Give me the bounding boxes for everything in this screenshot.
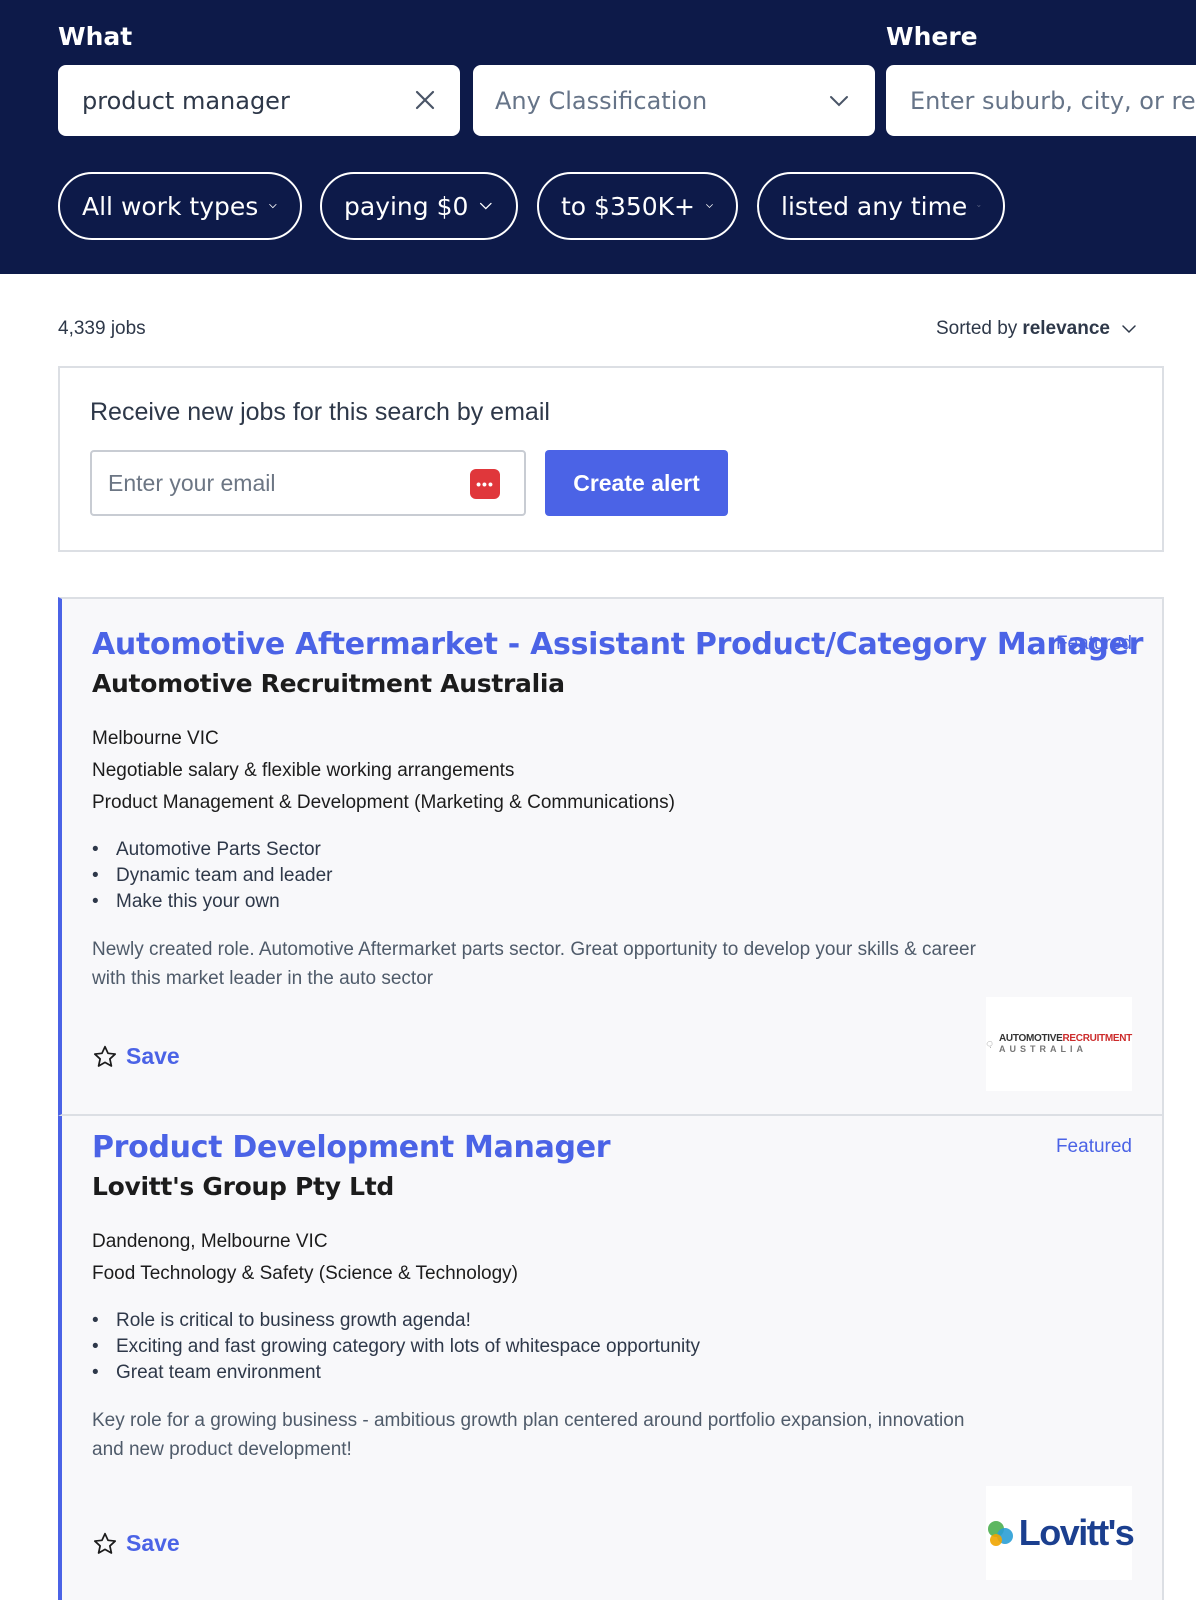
password-manager-icon[interactable]: ••• <box>470 469 500 499</box>
alert-title: Receive new jobs for this search by emai… <box>90 398 550 426</box>
sort-dropdown[interactable]: Sorted by relevance <box>936 318 1138 340</box>
save-label: Save <box>126 1530 180 1556</box>
list-item: Dynamic team and leader <box>92 863 333 889</box>
star-icon <box>93 1045 117 1067</box>
list-item: Exciting and fast growing category with … <box>92 1334 700 1360</box>
job-count: 4,339 jobs <box>58 318 146 339</box>
chevron-down-icon <box>1122 325 1136 334</box>
where-input[interactable]: Enter suburb, city, or reg <box>886 65 1196 136</box>
job-location[interactable]: Melbourne VIC <box>92 723 675 755</box>
email-placeholder[interactable]: Enter your email <box>108 470 275 497</box>
salary-max-label: to $350K+ <box>561 191 696 221</box>
create-alert-button[interactable]: Create alert <box>545 450 728 516</box>
chevron-down-icon <box>269 203 277 209</box>
chevron-down-icon <box>830 96 848 107</box>
save-label: Save <box>126 1043 180 1069</box>
australia-map-icon <box>986 1041 993 1048</box>
what-label: What <box>58 22 133 51</box>
star-icon <box>93 1532 117 1554</box>
job-title-link[interactable]: Product Development Manager <box>92 1130 611 1165</box>
job-meta: Dandenong, Melbourne VIC Food Technology… <box>92 1226 518 1290</box>
chevron-down-icon <box>977 205 981 207</box>
classification-select[interactable]: Any Classification <box>473 65 875 136</box>
email-alert-panel: Receive new jobs for this search by emai… <box>58 366 1164 552</box>
logo-text: Lovitt's <box>1018 1512 1135 1553</box>
selling-points: Role is critical to business growth agen… <box>92 1308 700 1386</box>
job-description: Newly created role. Automotive Aftermark… <box>92 939 976 989</box>
featured-badge: Featured <box>1055 633 1132 654</box>
save-button[interactable]: Save <box>92 1043 180 1070</box>
list-item: Role is critical to business growth agen… <box>92 1308 700 1334</box>
list-item: Great team environment <box>92 1360 700 1386</box>
work-type-label: All work types <box>82 191 259 221</box>
company-name[interactable]: Lovitt's Group Pty Ltd <box>92 1172 394 1201</box>
classification-value[interactable]: Any Classification <box>495 87 707 115</box>
job-salary: Negotiable salary & flexible working arr… <box>92 760 515 781</box>
work-type-filter[interactable]: All work types <box>58 172 302 240</box>
save-button[interactable]: Save <box>92 1530 180 1557</box>
job-classification[interactable]: Food Technology & Safety (Science & Tech… <box>92 1258 518 1290</box>
where-placeholder[interactable]: Enter suburb, city, or reg <box>910 87 1196 115</box>
list-item: Make this your own <box>92 889 333 915</box>
sort-prefix: Sorted by <box>935 318 1018 339</box>
chevron-down-icon <box>480 202 493 210</box>
list-item: Automotive Parts Sector <box>92 837 333 863</box>
email-input[interactable]: Enter your email ••• <box>90 450 526 516</box>
date-listed-filter[interactable]: listed any time <box>757 172 1005 240</box>
keywords-input[interactable]: product manager <box>58 65 460 136</box>
sort-value: relevance <box>1022 318 1110 339</box>
job-description: Key role for a growing business - ambiti… <box>92 1410 965 1460</box>
chevron-down-icon <box>706 204 713 209</box>
job-location[interactable]: Dandenong, Melbourne VIC <box>92 1226 518 1258</box>
date-listed-label: listed any time <box>781 191 968 221</box>
company-logo: Lovitt's <box>986 1486 1135 1580</box>
salary-max-filter[interactable]: to $350K+ <box>537 172 738 240</box>
clear-icon[interactable] <box>410 85 440 115</box>
search-banner: What Where product manager Any Classific… <box>0 0 1196 274</box>
job-classification[interactable]: Product Management & Development (Market… <box>92 787 675 819</box>
job-card[interactable]: Product Development Manager Featured Lov… <box>58 1116 1164 1600</box>
job-title-link[interactable]: Automotive Aftermarket - Assistant Produ… <box>92 627 1143 662</box>
company-name[interactable]: Automotive Recruitment Australia <box>92 669 565 698</box>
company-logo: AUTOMOTIVERECRUITMENT AUSTRALIA <box>986 997 1132 1091</box>
keywords-value[interactable]: product manager <box>82 87 402 115</box>
salary-min-label: paying $0 <box>344 191 469 221</box>
lovitts-leaf-icon <box>987 1521 1013 1546</box>
salary-min-filter[interactable]: paying $0 <box>320 172 518 240</box>
job-card[interactable]: Automotive Aftermarket - Assistant Produ… <box>58 597 1164 1116</box>
featured-badge: Featured <box>1055 1136 1132 1157</box>
job-meta: Melbourne VIC Negotiable salary & flexib… <box>92 723 675 819</box>
selling-points: Automotive Parts Sector Dynamic team and… <box>92 837 333 915</box>
where-label: Where <box>886 22 978 51</box>
